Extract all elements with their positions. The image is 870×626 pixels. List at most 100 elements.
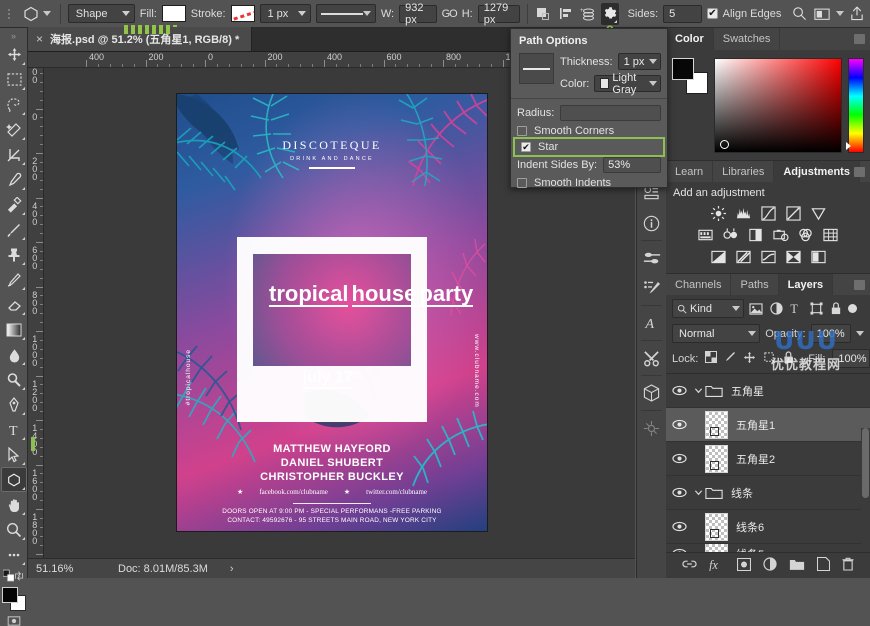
tab-channels[interactable]: Channels bbox=[666, 274, 731, 295]
path-selection-tool-icon[interactable] bbox=[1, 442, 27, 467]
tab-color[interactable]: Color bbox=[666, 28, 714, 50]
path-options-popup[interactable]: Path Options Thickness: 1 px Color: bbox=[510, 28, 668, 188]
new-fill-adjustment-icon[interactable] bbox=[763, 557, 777, 574]
threshold-icon[interactable] bbox=[760, 249, 776, 265]
quick-mask-icon[interactable] bbox=[7, 616, 21, 626]
default-colors-icon[interactable] bbox=[3, 569, 14, 582]
table-row[interactable]: 线条6 bbox=[666, 510, 870, 544]
vertical-ruler[interactable]: 00020040060080010001200140016001800200 bbox=[28, 68, 44, 558]
photo-filter-icon[interactable] bbox=[773, 227, 789, 243]
layers-scrollbar-thumb[interactable] bbox=[862, 428, 869, 498]
poster-artwork[interactable]: DISCOTEQUE DRINK AND DANCE tropical hous… bbox=[177, 94, 487, 531]
type-filter-icon[interactable]: T bbox=[788, 301, 804, 317]
tab-adjustments[interactable]: Adjustments bbox=[774, 161, 860, 182]
character-styles-icon[interactable]: A bbox=[637, 308, 666, 338]
pixel-filter-icon[interactable] bbox=[748, 301, 764, 317]
hue-slider-handle[interactable] bbox=[846, 142, 851, 150]
lock-position-icon[interactable] bbox=[743, 351, 756, 367]
swap-colors-icon[interactable] bbox=[14, 570, 24, 582]
star-option-row[interactable]: ✔ Star bbox=[515, 139, 663, 155]
fill-input[interactable]: 100% bbox=[832, 349, 869, 368]
hue-slider[interactable] bbox=[848, 58, 864, 153]
layer-thumbnail[interactable] bbox=[705, 513, 728, 541]
search-button[interactable] bbox=[791, 3, 808, 25]
hand-tool-icon[interactable] bbox=[1, 492, 27, 517]
vibrance-icon[interactable] bbox=[810, 205, 826, 221]
eraser-tool-icon[interactable] bbox=[1, 292, 27, 317]
path-operations-button[interactable] bbox=[535, 3, 552, 25]
indent-sides-input[interactable]: 53% bbox=[603, 157, 661, 173]
layer-visibility-icon[interactable] bbox=[666, 419, 692, 430]
tab-layers[interactable]: Layers bbox=[779, 274, 833, 295]
opacity-input[interactable]: 100% bbox=[811, 324, 851, 343]
stroke-color-swatch[interactable] bbox=[231, 5, 255, 22]
blur-tool-icon[interactable] bbox=[1, 342, 27, 367]
tools-icon[interactable] bbox=[637, 343, 666, 373]
color-field-picker[interactable] bbox=[720, 140, 729, 149]
lasso-tool-icon[interactable] bbox=[1, 92, 27, 117]
healing-brush-tool-icon[interactable] bbox=[1, 192, 27, 217]
filter-toggle-icon[interactable] bbox=[848, 304, 857, 313]
sides-input[interactable]: 5 bbox=[663, 5, 702, 23]
shape-mode-dropdown[interactable]: Shape bbox=[68, 4, 135, 23]
layers-list[interactable]: 五角星 五角星1 五角星2 线条 bbox=[666, 374, 870, 564]
invert-icon[interactable] bbox=[710, 249, 726, 265]
table-row[interactable]: 线条 bbox=[666, 476, 870, 510]
brightness-contrast-icon[interactable] bbox=[710, 205, 726, 221]
channel-mixer-icon[interactable] bbox=[798, 227, 814, 243]
adjustment-filter-icon[interactable] bbox=[768, 301, 784, 317]
chevron-down-icon[interactable] bbox=[692, 386, 705, 395]
tool-preset-picker[interactable] bbox=[20, 5, 53, 23]
lock-all-icon[interactable] bbox=[783, 351, 794, 367]
crop-tool-icon[interactable] bbox=[1, 142, 27, 167]
close-icon[interactable]: × bbox=[36, 32, 43, 46]
tab-learn[interactable]: Learn bbox=[666, 161, 713, 182]
tab-paths[interactable]: Paths bbox=[731, 274, 778, 295]
options-bar-grip[interactable] bbox=[4, 3, 15, 25]
color-panel-fgbg[interactable] bbox=[672, 58, 708, 94]
opacity-caret-icon[interactable] bbox=[856, 331, 864, 336]
delete-layer-icon[interactable] bbox=[842, 557, 854, 574]
layer-visibility-icon[interactable] bbox=[666, 487, 692, 498]
foreground-color-swatch[interactable] bbox=[2, 587, 18, 603]
layer-visibility-icon[interactable] bbox=[666, 521, 692, 532]
status-expand-icon[interactable]: › bbox=[230, 563, 234, 575]
path-color-dropdown[interactable]: Light Gray bbox=[594, 75, 661, 92]
history-brush-tool-icon[interactable] bbox=[1, 267, 27, 292]
dodge-tool-icon[interactable] bbox=[1, 367, 27, 392]
table-row[interactable]: 五角星2 bbox=[666, 442, 870, 476]
posterize-icon[interactable] bbox=[735, 249, 751, 265]
exposure-icon[interactable] bbox=[785, 205, 801, 221]
type-tool-icon[interactable]: T bbox=[1, 417, 27, 442]
workspace-button[interactable] bbox=[814, 3, 831, 25]
share-button[interactable] bbox=[849, 3, 866, 25]
3d-icon[interactable] bbox=[637, 378, 666, 408]
star-checkbox[interactable]: ✔ bbox=[521, 142, 531, 152]
brush-settings-icon[interactable] bbox=[637, 273, 666, 303]
layers-panel-menu-icon[interactable] bbox=[854, 280, 865, 290]
quick-selection-tool-icon[interactable] bbox=[1, 117, 27, 142]
tab-swatches[interactable]: Swatches bbox=[714, 28, 781, 50]
color-panel-menu-icon[interactable] bbox=[854, 34, 865, 44]
blend-mode-dropdown[interactable]: Normal bbox=[672, 324, 760, 343]
shape-filter-icon[interactable] bbox=[808, 301, 824, 317]
align-edges-checkbox[interactable]: ✔ bbox=[707, 8, 717, 19]
lock-image-icon[interactable] bbox=[724, 351, 736, 366]
width-input[interactable]: 932 px bbox=[399, 5, 437, 23]
chevron-down-icon[interactable] bbox=[692, 488, 705, 497]
layer-thumbnail[interactable] bbox=[705, 445, 728, 473]
toolbar-grip[interactable]: » bbox=[0, 30, 27, 42]
link-wh-button[interactable]: GO bbox=[442, 8, 457, 20]
polygon-shape-tool-icon[interactable] bbox=[1, 467, 27, 492]
adjustments-panel-menu-icon[interactable] bbox=[854, 167, 865, 177]
edit-toolbar-icon[interactable] bbox=[1, 542, 27, 567]
eyedropper-tool-icon[interactable] bbox=[1, 167, 27, 192]
histogram-icon[interactable] bbox=[637, 413, 666, 443]
adjustments-presets-icon[interactable] bbox=[637, 243, 666, 273]
smooth-corners-checkbox[interactable] bbox=[517, 126, 527, 136]
gradient-map-icon[interactable] bbox=[785, 249, 801, 265]
color-field[interactable] bbox=[714, 58, 842, 153]
new-group-icon[interactable] bbox=[789, 558, 805, 574]
move-tool-icon[interactable] bbox=[1, 42, 27, 67]
layer-visibility-icon[interactable] bbox=[666, 385, 692, 396]
